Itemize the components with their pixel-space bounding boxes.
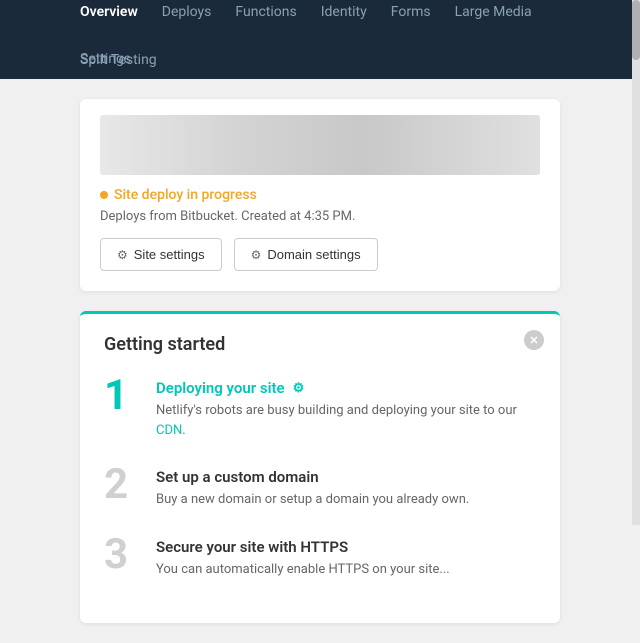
step-2-desc: Buy a new domain or setup a domain you a… (156, 490, 469, 510)
nav-item-overview[interactable]: Overview (80, 0, 138, 24)
btn-group: ⚙ Site settings ⚙ Domain settings (100, 238, 540, 271)
nav-item-identity[interactable]: Identity (321, 0, 367, 24)
site-card: Site deploy in progress Deploys from Bit… (80, 99, 560, 291)
step-2-title: Set up a custom domain (156, 468, 469, 486)
step-2-number: 2 (104, 464, 140, 506)
step-1-title: Deploying your site ⚙ (156, 379, 536, 397)
deploy-status: Site deploy in progress (100, 187, 540, 203)
status-dot-icon (100, 191, 108, 199)
nav-item-deploys[interactable]: Deploys (162, 0, 212, 24)
site-settings-button[interactable]: ⚙ Site settings (100, 238, 222, 271)
step-3-desc: You can automatically enable HTTPS on yo… (156, 560, 450, 580)
step-2: 2 Set up a custom domain Buy a new domai… (104, 464, 536, 510)
navbar: Overview Deploys Functions Identity Form… (0, 0, 640, 48)
gear-icon: ⚙ (117, 248, 128, 262)
step-1-content: Deploying your site ⚙ Netlify's robots a… (156, 375, 536, 440)
step-1-gear-icon[interactable]: ⚙ (293, 381, 305, 396)
getting-started-card: ✕ Getting started 1 Deploying your site … (80, 311, 560, 623)
scrollbar-track (632, 0, 640, 525)
site-preview-image (100, 115, 540, 175)
deploy-meta: Deploys from Bitbucket. Created at 4:35 … (100, 209, 540, 224)
step-3: 3 Secure your site with HTTPS You can au… (104, 534, 536, 580)
domain-settings-button[interactable]: ⚙ Domain settings (234, 238, 378, 271)
deploy-status-text: Site deploy in progress (114, 187, 257, 203)
nav-item-forms[interactable]: Forms (391, 0, 431, 24)
gear-icon-2: ⚙ (251, 248, 262, 262)
step-1-number: 1 (104, 375, 140, 417)
nav-item-large-media[interactable]: Large Media (455, 0, 532, 24)
nav-item-settings[interactable]: Settings (80, 51, 131, 67)
close-button[interactable]: ✕ (524, 330, 544, 350)
navbar-second-row: Settings (0, 48, 640, 79)
step-3-content: Secure your site with HTTPS You can auto… (156, 534, 450, 580)
getting-started-title: Getting started (104, 334, 536, 355)
nav-item-functions[interactable]: Functions (235, 0, 296, 24)
cdn-link[interactable]: CDN (156, 423, 182, 438)
step-3-title: Secure your site with HTTPS (156, 538, 450, 556)
scrollbar-thumb[interactable] (632, 0, 640, 60)
step-1: 1 Deploying your site ⚙ Netlify's robots… (104, 375, 536, 440)
step-3-number: 3 (104, 534, 140, 576)
main-content: Site deploy in progress Deploys from Bit… (0, 79, 640, 643)
step-1-desc: Netlify's robots are busy building and d… (156, 401, 536, 440)
step-2-content: Set up a custom domain Buy a new domain … (156, 464, 469, 510)
